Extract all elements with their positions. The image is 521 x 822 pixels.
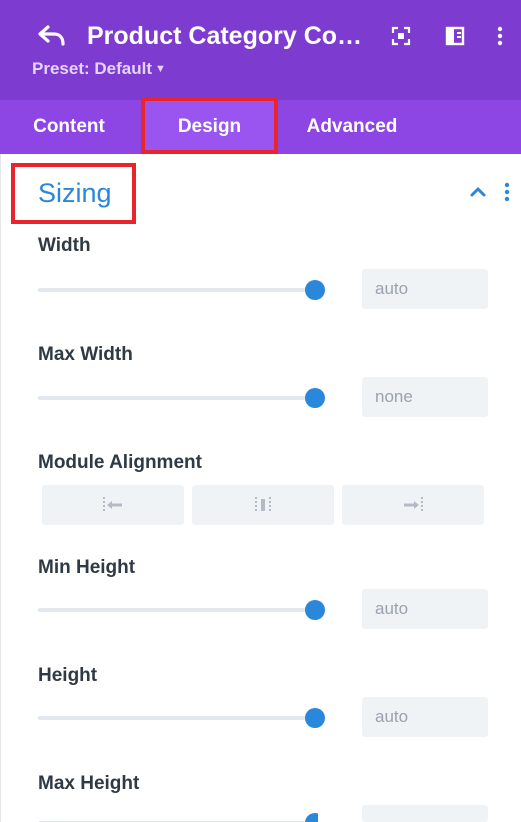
slider-thumb[interactable]: [305, 600, 325, 620]
min-height-input[interactable]: auto: [362, 589, 488, 629]
chevron-up-icon[interactable]: [468, 184, 488, 200]
max-height-input[interactable]: [362, 805, 488, 822]
tab-design[interactable]: Design: [145, 100, 274, 154]
max-width-slider[interactable]: [38, 388, 325, 408]
focus-expand-icon[interactable]: [389, 24, 413, 48]
back-arrow-icon[interactable]: [36, 22, 68, 50]
slider-thumb[interactable]: [305, 388, 325, 408]
min-height-label: Min Height: [38, 557, 136, 578]
section-more-vertical-icon[interactable]: [500, 181, 514, 203]
tab-advanced[interactable]: Advanced: [281, 100, 423, 154]
preset-label: Preset: Default: [32, 59, 152, 78]
module-alignment-label: Module Alignment: [38, 452, 202, 473]
align-left-button[interactable]: [42, 485, 184, 525]
max-width-label: Max Width: [38, 344, 133, 365]
slider-thumb[interactable]: [305, 708, 325, 728]
caret-down-icon: ▼: [154, 63, 166, 75]
width-label: Width: [38, 235, 91, 256]
panel-title: Product Category Com…: [87, 22, 370, 50]
align-right-icon: [404, 497, 423, 513]
max-width-input[interactable]: none: [362, 377, 488, 417]
max-height-label: Max Height: [38, 773, 140, 794]
align-right-button[interactable]: [342, 485, 484, 525]
more-vertical-icon[interactable]: [488, 24, 512, 48]
align-center-icon: [255, 497, 271, 513]
tab-bar: Content Design Advanced: [0, 100, 521, 154]
min-height-slider[interactable]: [38, 600, 325, 620]
align-left-icon: [103, 497, 122, 513]
split-view-icon[interactable]: [443, 24, 467, 48]
width-slider[interactable]: [38, 280, 325, 300]
align-center-button[interactable]: [192, 485, 334, 525]
height-label: Height: [38, 665, 98, 686]
panel-header: Product Category Com… Preset: Default ▼: [0, 0, 521, 100]
preset-dropdown[interactable]: Preset: Default ▼: [32, 58, 166, 80]
width-input[interactable]: auto: [362, 269, 488, 309]
tab-content[interactable]: Content: [0, 100, 138, 154]
max-height-slider[interactable]: [38, 813, 318, 822]
slider-thumb[interactable]: [305, 813, 318, 822]
height-input[interactable]: auto: [362, 697, 488, 737]
slider-track: [38, 716, 314, 720]
slider-track: [38, 608, 314, 612]
slider-thumb[interactable]: [305, 280, 325, 300]
slider-track: [38, 396, 314, 400]
height-slider[interactable]: [38, 708, 325, 728]
section-title-sizing[interactable]: Sizing: [38, 175, 112, 211]
slider-track: [38, 288, 314, 292]
